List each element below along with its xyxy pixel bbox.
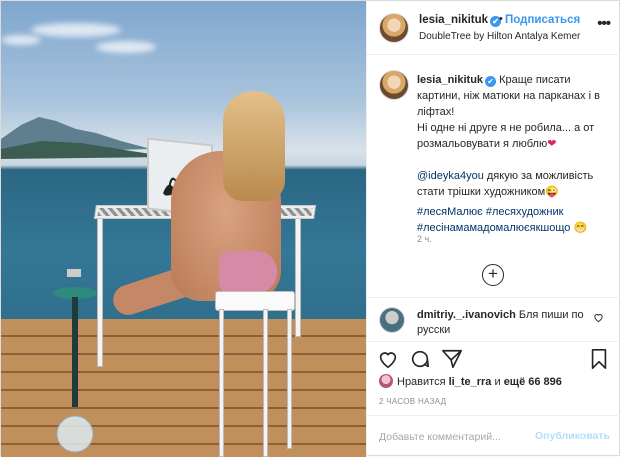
hashtags-line-2[interactable]: #лесінамамадомалюєякшощо <box>417 222 570 234</box>
cloud <box>96 41 156 53</box>
likes-prefix: Нравится <box>397 376 449 388</box>
separator-dot: • <box>499 13 503 25</box>
comment-username[interactable]: dmitriy._.ivanovich <box>417 309 516 321</box>
winking-tongue-emoji-icon: 😜 <box>545 186 559 198</box>
comment-icon[interactable] <box>409 348 431 370</box>
location-link[interactable]: DoubleTree by Hilton Antalya Kemer <box>419 31 580 42</box>
bar-stool <box>215 291 295 311</box>
mention-link[interactable]: @ideyka4you <box>417 170 484 182</box>
post-sidebar: lesia_nikituk ✔ • Подписаться DoubleTree … <box>366 1 620 457</box>
cloud <box>1 35 41 45</box>
liker-username[interactable]: li_te_rra <box>449 376 492 388</box>
pink-bikini <box>219 251 277 293</box>
caption-text: lesia_nikituk ✔ Краще писати картини, ніж… <box>417 72 613 236</box>
likes-summary: Нравится li_te_rra и ещё 66 896 <box>379 374 562 388</box>
more-options-icon[interactable]: ••• <box>597 15 611 32</box>
likes-middle: и <box>491 376 504 388</box>
hookah <box>53 269 97 453</box>
comment-text: dmitriy._.ivanovich Бля пиши по русски <box>417 308 587 338</box>
table-leg <box>97 217 103 367</box>
author-avatar[interactable] <box>379 13 409 43</box>
action-bar <box>367 341 620 373</box>
table-leg <box>295 217 301 337</box>
caption-section: lesia_nikituk ✔ Краще писати картини, ніж… <box>367 56 620 298</box>
stool-leg <box>287 309 292 449</box>
caption-username[interactable]: lesia_nikituk <box>417 74 483 86</box>
author-username[interactable]: lesia_nikituk ✔ <box>419 14 502 27</box>
hashtags-line-1[interactable]: #лесяМалює #лесяхудожник <box>417 206 563 218</box>
cloud <box>31 23 121 37</box>
liker-avatar[interactable] <box>379 374 393 388</box>
verified-badge-icon: ✔ <box>485 76 497 87</box>
like-heart-icon[interactable] <box>377 348 399 370</box>
comment-item: dmitriy._.ivanovich Бля пиши по русски <box>367 299 620 339</box>
grin-emoji-icon: 😁 <box>573 222 588 234</box>
load-more-comments-button[interactable]: + <box>482 264 504 286</box>
caption-time: 2 ч. <box>417 234 432 244</box>
red-heart-emoji-icon: ❤ <box>547 138 557 150</box>
instagram-post: lesia_nikituk ✔ • Подписаться DoubleTree … <box>0 0 620 457</box>
comment-like-heart-icon[interactable] <box>593 312 604 323</box>
follow-button[interactable]: Подписаться <box>505 14 580 26</box>
commenter-avatar[interactable] <box>379 307 405 333</box>
add-comment-bar: Опубликовать <box>367 415 620 457</box>
stool-leg <box>219 309 224 457</box>
caption-avatar[interactable] <box>379 70 409 100</box>
posted-time: 2 ЧАСОВ НАЗАД <box>379 397 447 406</box>
post-header: lesia_nikituk ✔ • Подписаться DoubleTree … <box>367 1 620 55</box>
post-photo[interactable] <box>1 1 366 457</box>
caption-line-2: Ні одне ні друге я не робила... а от роз… <box>417 122 595 150</box>
likes-count[interactable]: ещё 66 896 <box>504 376 562 388</box>
publish-button[interactable]: Опубликовать <box>535 430 610 442</box>
share-paper-plane-icon[interactable] <box>441 348 463 370</box>
stool-leg <box>263 309 268 457</box>
comment-input[interactable] <box>379 428 529 446</box>
save-bookmark-icon[interactable] <box>588 348 610 370</box>
person-hair <box>223 91 285 201</box>
